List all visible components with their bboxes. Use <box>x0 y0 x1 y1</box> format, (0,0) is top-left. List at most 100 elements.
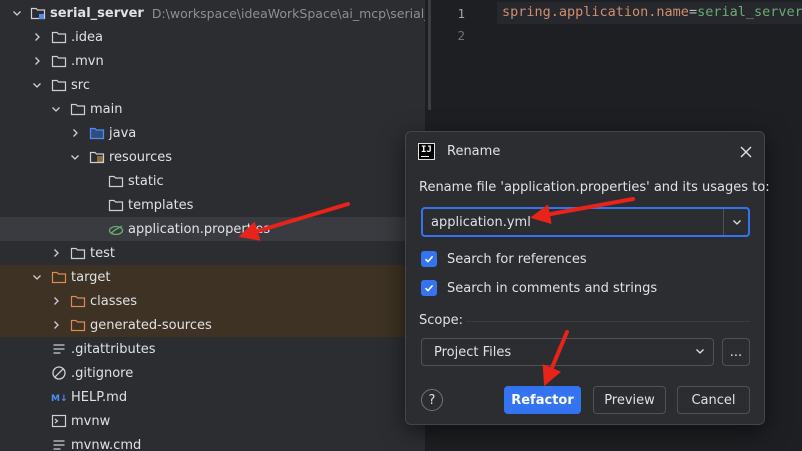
chevron-down-icon[interactable] <box>12 7 22 19</box>
tree-item-label: .gitattributes <box>71 341 156 357</box>
folder-icon <box>70 101 86 117</box>
refactor-button[interactable]: Refactor <box>504 386 581 414</box>
tree-item-gitignore[interactable]: .gitignore <box>0 361 425 385</box>
chevron-right-icon[interactable] <box>69 127 81 139</box>
excluded-folder-icon <box>51 269 67 285</box>
chevron-down-icon[interactable] <box>69 151 81 163</box>
tree-item-help-md[interactable]: M↓ HELP.md <box>0 385 425 409</box>
property-value: serial_server <box>697 4 802 20</box>
chevron-right-icon[interactable] <box>50 295 62 307</box>
close-icon <box>740 146 752 158</box>
preview-button[interactable]: Preview <box>593 386 666 414</box>
dialog-title: Rename <box>447 144 501 159</box>
search-references-checkbox[interactable]: Search for references <box>421 251 587 267</box>
folder-icon <box>51 53 67 69</box>
tree-item-mvnw-cmd[interactable]: mvnw.cmd <box>0 433 425 451</box>
tree-item-label: application.properties <box>128 221 271 237</box>
tree-item-gitattributes[interactable]: .gitattributes <box>0 337 425 361</box>
chevron-down-icon[interactable] <box>31 271 43 283</box>
tree-item-label: test <box>90 245 115 261</box>
line-number: 1 <box>457 6 465 21</box>
scope-label: Scope: <box>419 313 463 328</box>
folder-icon <box>51 77 67 93</box>
tree-item-label: templates <box>128 197 194 213</box>
folder-icon <box>51 29 67 45</box>
tree-item-label: generated-sources <box>90 317 212 333</box>
checkbox-checked-icon[interactable] <box>421 280 437 296</box>
tree-item-main[interactable]: main <box>0 97 425 121</box>
scope-more-button[interactable]: ... <box>722 338 750 366</box>
tree-item-templates[interactable]: templates <box>0 193 425 217</box>
property-separator: = <box>688 4 698 20</box>
line-number: 2 <box>457 28 465 43</box>
project-tree-panel[interactable]: serial_server D:\workspace\ideaWorkSpace\… <box>0 0 425 451</box>
tree-item-label: resources <box>109 149 173 165</box>
rename-dialog: IJ Rename Rename file 'application.prope… <box>405 131 770 425</box>
chevron-down-icon <box>696 349 704 354</box>
tree-item-label: .idea <box>71 29 103 45</box>
folder-icon <box>108 173 124 189</box>
rename-prompt: Rename file 'application.properties' and… <box>419 180 770 195</box>
tree-item-label: .mvn <box>71 53 104 69</box>
code-line-1[interactable]: spring.application.name=serial_server <box>502 4 802 20</box>
chevron-right-icon[interactable] <box>50 247 62 259</box>
cancel-button[interactable]: Cancel <box>677 386 750 414</box>
new-name-dropdown-button[interactable] <box>724 209 750 235</box>
chevron-right-icon[interactable] <box>31 55 43 67</box>
terminal-file-icon <box>51 413 67 429</box>
close-button[interactable] <box>736 142 756 162</box>
tree-item-label: mvnw.cmd <box>71 437 142 451</box>
folder-icon <box>70 245 86 261</box>
checkbox-label: Search in comments and strings <box>447 280 658 296</box>
new-name-combo[interactable] <box>421 207 750 237</box>
project-path: D:\workspace\ideaWorkSpace\ai_mcp\serial… <box>151 5 425 21</box>
chevron-right-icon[interactable] <box>50 319 62 331</box>
tree-item-idea[interactable]: .idea <box>0 25 425 49</box>
tree-item-src[interactable]: src <box>0 73 425 97</box>
tree-item-label: .gitignore <box>71 365 134 381</box>
tree-item-generated-sources[interactable]: generated-sources <box>0 313 425 337</box>
chevron-right-icon[interactable] <box>31 31 43 43</box>
tree-item-label: mvnw <box>71 413 111 429</box>
property-key: spring.application.name <box>502 4 689 20</box>
help-button[interactable]: ? <box>421 389 443 411</box>
tree-item-java[interactable]: java <box>0 121 425 145</box>
text-file-icon <box>51 341 67 357</box>
excluded-folder-icon <box>70 317 86 333</box>
chevron-down-icon[interactable] <box>50 103 62 115</box>
scope-value: Project Files <box>434 344 512 360</box>
search-comments-checkbox[interactable]: Search in comments and strings <box>421 280 657 296</box>
checkbox-label: Search for references <box>447 251 587 267</box>
tree-item-mvn[interactable]: .mvn <box>0 49 425 73</box>
tree-item-label: target <box>71 269 111 285</box>
tree-item-serial-server[interactable]: serial_server D:\workspace\ideaWorkSpace\… <box>0 1 425 25</box>
tree-item-classes[interactable]: classes <box>0 289 425 313</box>
tree-item-mvnw[interactable]: mvnw <box>0 409 425 433</box>
intellij-app-icon: IJ <box>418 143 435 160</box>
chevron-down-icon <box>733 220 741 225</box>
excluded-folder-icon <box>70 293 86 309</box>
scope-select[interactable]: Project Files <box>421 338 714 366</box>
tree-item-test[interactable]: test <box>0 241 425 265</box>
svg-text:M↓: M↓ <box>51 394 67 404</box>
tree-item-static[interactable]: static <box>0 169 425 193</box>
tree-item-application-properties[interactable]: application.properties <box>0 217 425 241</box>
text-file-icon <box>51 437 67 451</box>
spring-properties-icon <box>108 221 124 237</box>
chevron-down-icon[interactable] <box>31 79 43 91</box>
module-folder-icon <box>30 5 46 21</box>
tree-item-label: java <box>109 125 137 141</box>
tree-item-label: src <box>71 77 90 93</box>
folder-icon <box>108 197 124 213</box>
tree-item-label: HELP.md <box>71 389 128 405</box>
tree-item-label: main <box>90 101 123 117</box>
scope-separator <box>466 321 750 322</box>
resources-folder-icon <box>89 149 105 165</box>
source-folder-icon <box>89 125 105 141</box>
checkbox-checked-icon[interactable] <box>421 251 437 267</box>
new-name-input[interactable] <box>423 209 722 235</box>
scrollbar-thumb[interactable] <box>428 0 431 110</box>
dialog-title-bar[interactable]: IJ Rename <box>406 132 764 172</box>
tree-item-resources[interactable]: resources <box>0 145 425 169</box>
tree-item-target[interactable]: target <box>0 265 425 289</box>
